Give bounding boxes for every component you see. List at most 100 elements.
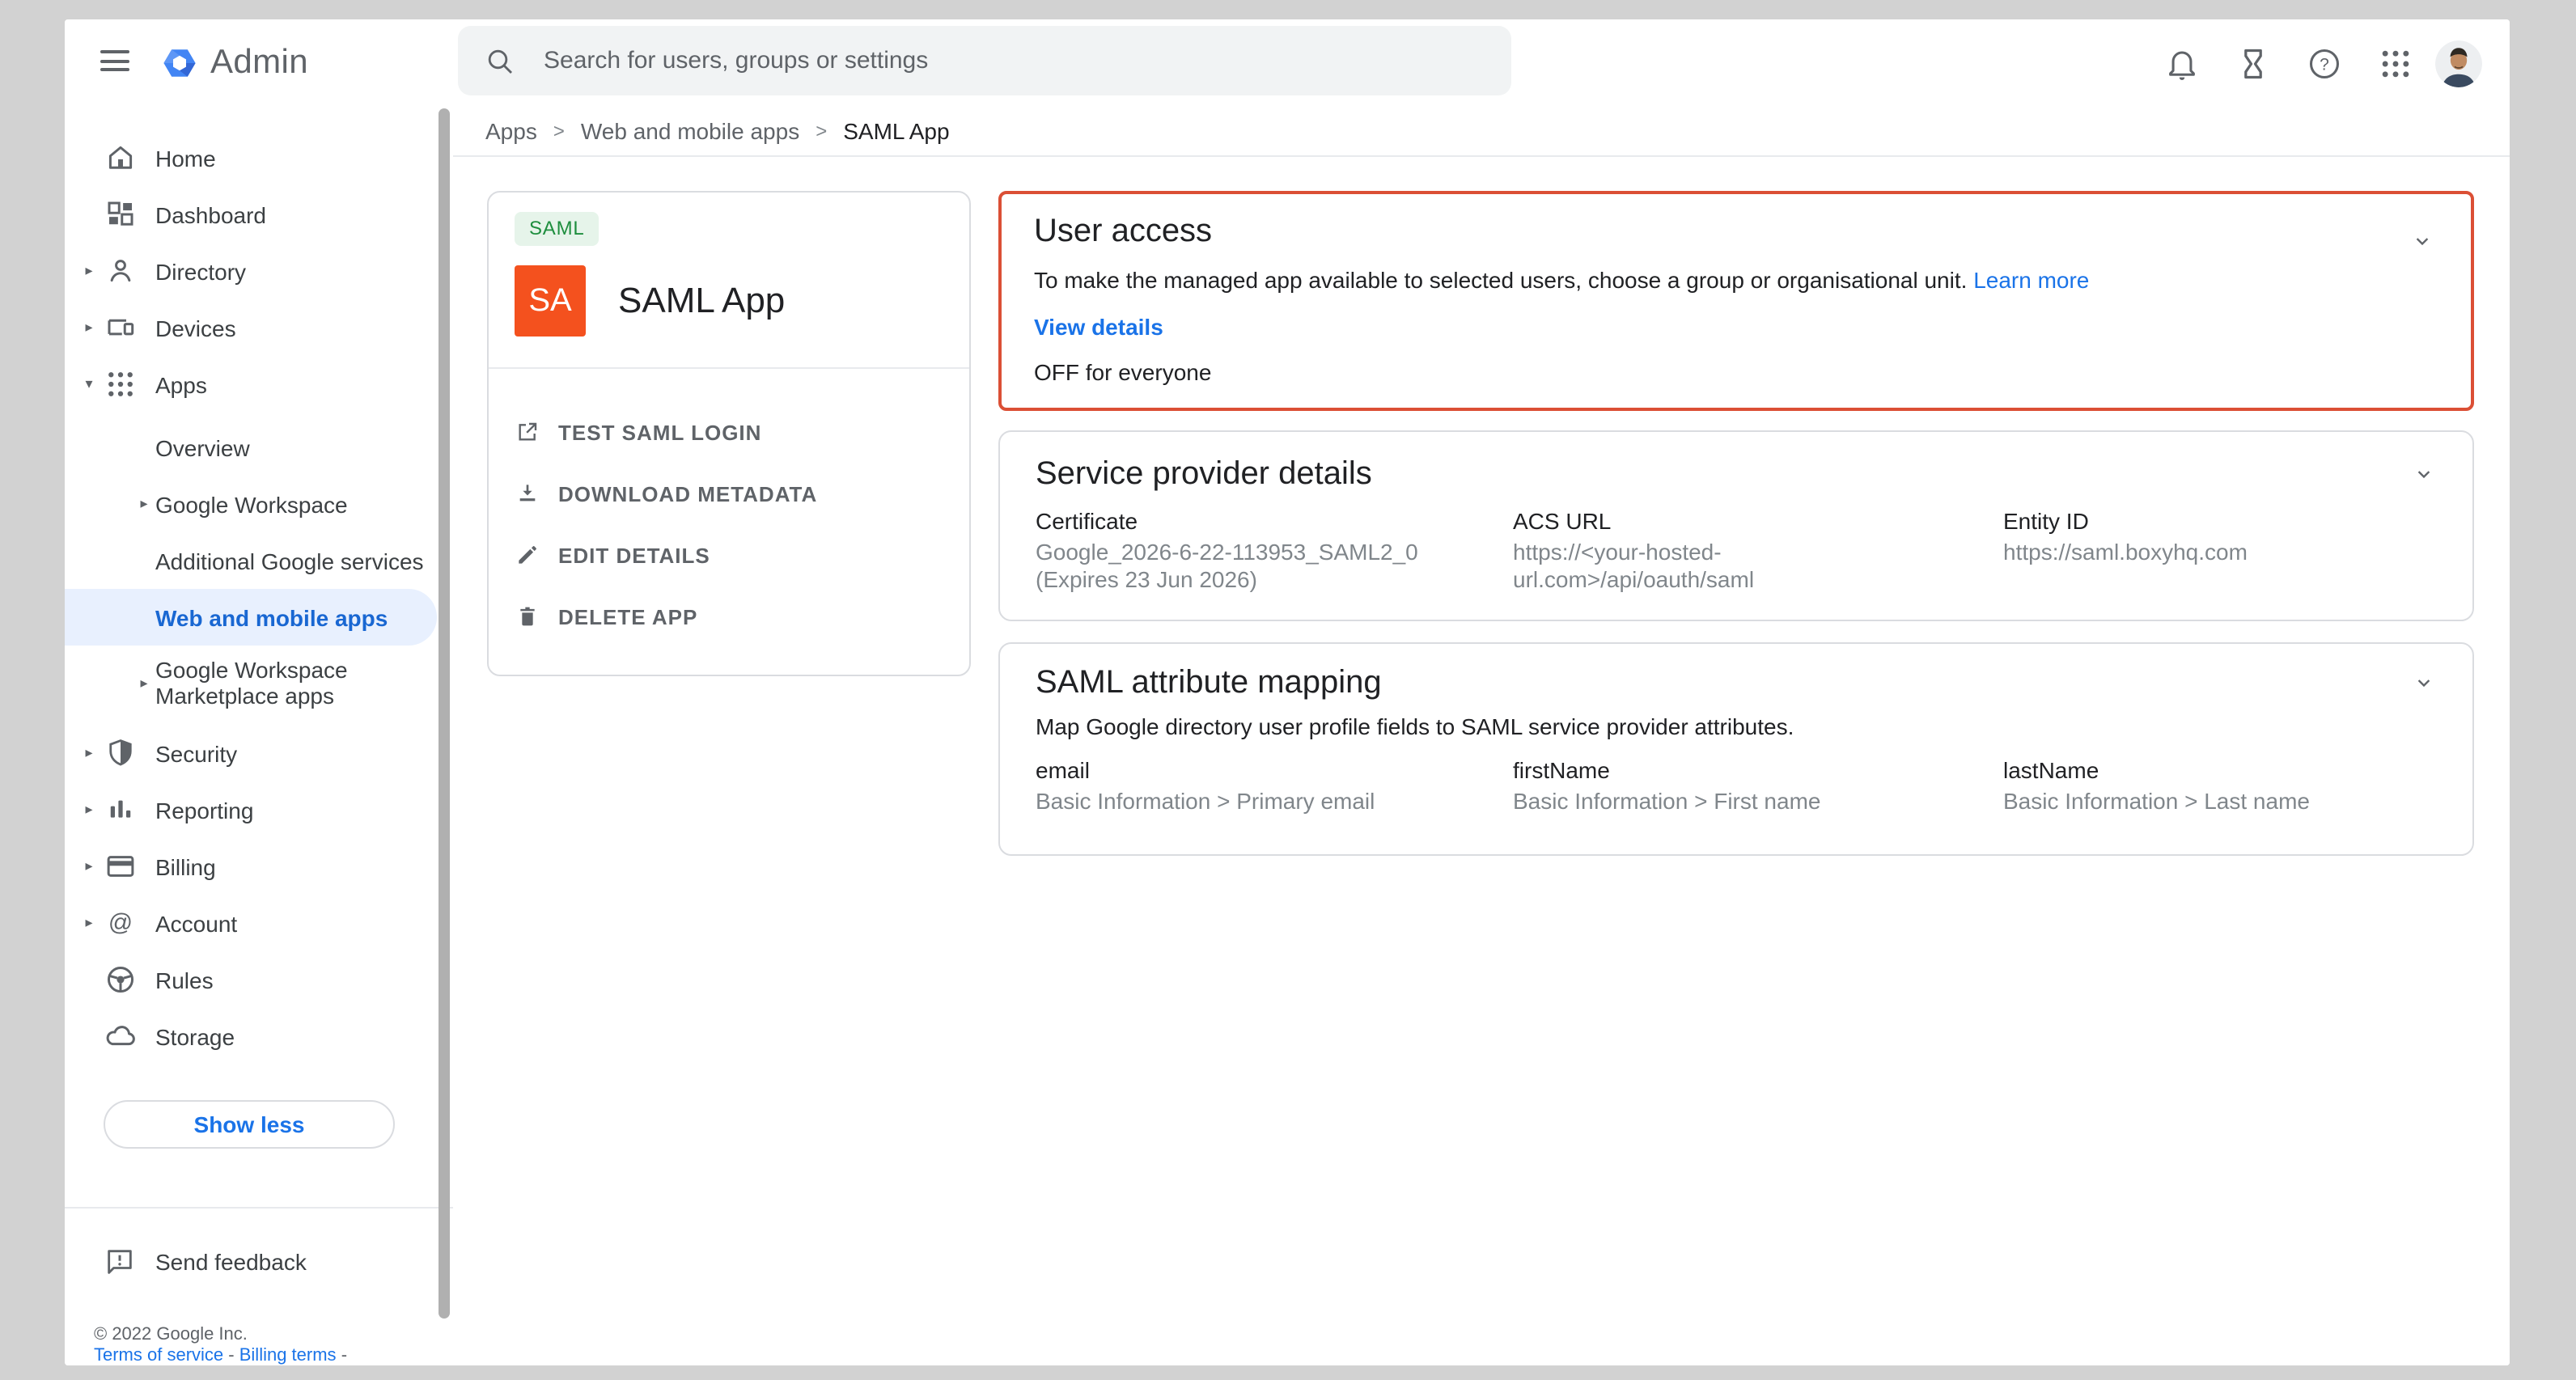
user-avatar[interactable]: [2435, 40, 2482, 87]
breadcrumb-item-apps[interactable]: Apps: [485, 118, 537, 144]
footer-links: Terms of service - Billing terms -: [94, 1346, 453, 1365]
cloud-icon: [104, 1019, 138, 1053]
sidebar-item-label: Account: [155, 910, 237, 936]
service-provider-card[interactable]: Service provider details CertificateGoog…: [998, 430, 2474, 621]
sidebar-item-directory[interactable]: ▸ Directory: [65, 243, 453, 299]
field-value: Basic Information > Primary email: [1036, 788, 1513, 815]
sidebar-item-security[interactable]: ▸Security: [65, 725, 453, 781]
apps-grid-icon[interactable]: [2377, 44, 2414, 82]
sidebar-item-google-workspace-marketplace-apps[interactable]: ▸Google Workspace Marketplace apps: [65, 646, 453, 720]
attribute-mapping-card[interactable]: SAML attribute mapping Map Google direct…: [998, 642, 2474, 856]
expand-arrow-icon[interactable]: ▸: [79, 857, 99, 875]
tasks-hourglass-icon[interactable]: [2235, 44, 2272, 82]
terms-of-service-link[interactable]: Terms of service: [94, 1346, 223, 1365]
field-value: Google_2026-6-22-113953_SAML2_0: [1036, 539, 1513, 566]
at-icon: @: [104, 906, 138, 940]
sidebar-item-additional-google-services[interactable]: Additional Google services: [65, 532, 453, 589]
edit-icon: [515, 542, 540, 568]
billing-terms-link[interactable]: Billing terms: [239, 1346, 337, 1365]
send-feedback-button[interactable]: Send feedback: [65, 1234, 453, 1289]
menu-icon[interactable]: [100, 50, 129, 76]
collapse-arrow-icon[interactable]: ▾: [79, 375, 99, 393]
edit-details-button[interactable]: EDIT DETAILS: [489, 524, 969, 586]
admin-console-page: Admin ?: [65, 19, 2510, 1365]
shield-icon: [104, 736, 138, 770]
download-metadata-button[interactable]: DOWNLOAD METADATA: [489, 463, 969, 524]
sidebar-item-label: Google Workspace: [155, 491, 348, 517]
breadcrumb-separator: >: [553, 120, 565, 142]
chevron-down-icon[interactable]: [2411, 461, 2437, 487]
dashboard-icon: [104, 197, 138, 231]
sidebar-item-billing[interactable]: ▸ Billing: [65, 838, 453, 895]
sidebar-item-rules[interactable]: Rules: [65, 951, 453, 1008]
expand-arrow-icon[interactable]: ▸: [134, 674, 154, 692]
notifications-bell-icon[interactable]: [2163, 44, 2201, 82]
learn-more-link[interactable]: Learn more: [1973, 267, 2089, 293]
field-value-secondary: (Expires 23 Jun 2026): [1036, 566, 1513, 594]
user-access-status: OFF for everyone: [1034, 359, 2438, 385]
footer-link-separator: -: [341, 1346, 347, 1365]
top-bar: Admin ?: [65, 19, 2510, 107]
show-less-button[interactable]: Show less: [104, 1100, 395, 1149]
expand-arrow-icon[interactable]: ▸: [79, 801, 99, 819]
chevron-down-icon[interactable]: [2409, 228, 2435, 254]
field-label: lastName: [2003, 759, 2437, 781]
help-icon[interactable]: ?: [2306, 44, 2343, 82]
action-label: DOWNLOAD METADATA: [558, 481, 817, 506]
expand-arrow-icon[interactable]: ▸: [79, 319, 99, 337]
send-feedback-label: Send feedback: [155, 1249, 307, 1275]
expand-arrow-icon[interactable]: ▸: [134, 495, 154, 513]
sidebar-item-overview[interactable]: Overview: [65, 419, 453, 476]
sidebar-item-label: Home: [155, 145, 216, 171]
search-input[interactable]: [540, 45, 1453, 76]
chart-icon: [104, 793, 138, 827]
wheel-icon: [104, 963, 138, 997]
sidebar-item-label: Overview: [155, 434, 250, 460]
sidebar-item-label: Billing: [155, 853, 216, 879]
view-details-link[interactable]: View details: [1034, 314, 2438, 340]
search-bar[interactable]: [458, 26, 1511, 95]
sidebar-item-label: Directory: [155, 258, 246, 284]
sidebar-item-label: Devices: [155, 315, 236, 341]
field-label: firstName: [1513, 759, 2003, 781]
breadcrumb-item-web-and-mobile-apps[interactable]: Web and mobile apps: [581, 118, 799, 144]
sidebar-item-home[interactable]: Home: [65, 129, 453, 186]
field-label: Entity ID: [2003, 510, 2437, 532]
field-firstname: firstName Basic Information > First name: [1513, 759, 2003, 815]
sidebar-item-devices[interactable]: ▸ Devices: [65, 299, 453, 356]
sidebar-item-reporting[interactable]: ▸Reporting: [65, 781, 453, 838]
sidebar-item-label: Additional Google services: [155, 548, 424, 574]
sidebar-item-account[interactable]: ▸ @ Account: [65, 895, 453, 951]
chevron-down-icon[interactable]: [2411, 670, 2437, 696]
sidebar-item-google-workspace[interactable]: ▸Google Workspace: [65, 476, 453, 532]
sidebar-item-dashboard[interactable]: Dashboard: [65, 186, 453, 243]
sidebar: Home Dashboard ▸ Directory ▸ Devices ▾ Apps Over…: [65, 107, 453, 1365]
person-icon: [104, 254, 138, 288]
field-value: Basic Information > First name: [1513, 788, 2003, 815]
expand-arrow-icon[interactable]: ▸: [79, 744, 99, 762]
app-title: SAML App: [618, 280, 785, 322]
action-label: TEST SAML LOGIN: [558, 420, 761, 444]
breadcrumb-separator: >: [816, 120, 827, 142]
test-saml-login-button[interactable]: TEST SAML LOGIN: [489, 401, 969, 463]
sidebar-scrollbar[interactable]: [439, 108, 450, 1319]
expand-arrow-icon[interactable]: ▸: [79, 262, 99, 280]
sidebar-item-label: Apps: [155, 371, 207, 397]
sidebar-item-web-and-mobile-apps[interactable]: Web and mobile apps: [65, 589, 437, 646]
sidebar-item-label: Web and mobile apps: [155, 604, 388, 630]
field-value: https://<your-hosted-url.com>/api/oauth/…: [1513, 539, 1812, 594]
search-icon: [484, 44, 516, 77]
sidebar-item-apps[interactable]: ▾ Apps: [65, 356, 453, 413]
service-provider-title: Service provider details: [1036, 455, 2437, 493]
sidebar-item-label: Dashboard: [155, 201, 266, 227]
sidebar-item-label: Google Workspace Marketplace apps: [155, 657, 401, 709]
open-in-new-icon: [515, 419, 540, 445]
attribute-mapping-title: SAML attribute mapping: [1036, 663, 2437, 702]
delete-app-button[interactable]: DELETE APP: [489, 586, 969, 647]
sidebar-item-storage[interactable]: Storage: [65, 1008, 453, 1065]
expand-arrow-icon[interactable]: ▸: [79, 914, 99, 932]
admin-logo-icon: [160, 44, 199, 83]
user-access-card[interactable]: User access To make the managed app avai…: [998, 191, 2474, 411]
feedback-icon: [104, 1246, 136, 1278]
field-lastname: lastNameBasic Information > Last name: [2003, 759, 2437, 815]
